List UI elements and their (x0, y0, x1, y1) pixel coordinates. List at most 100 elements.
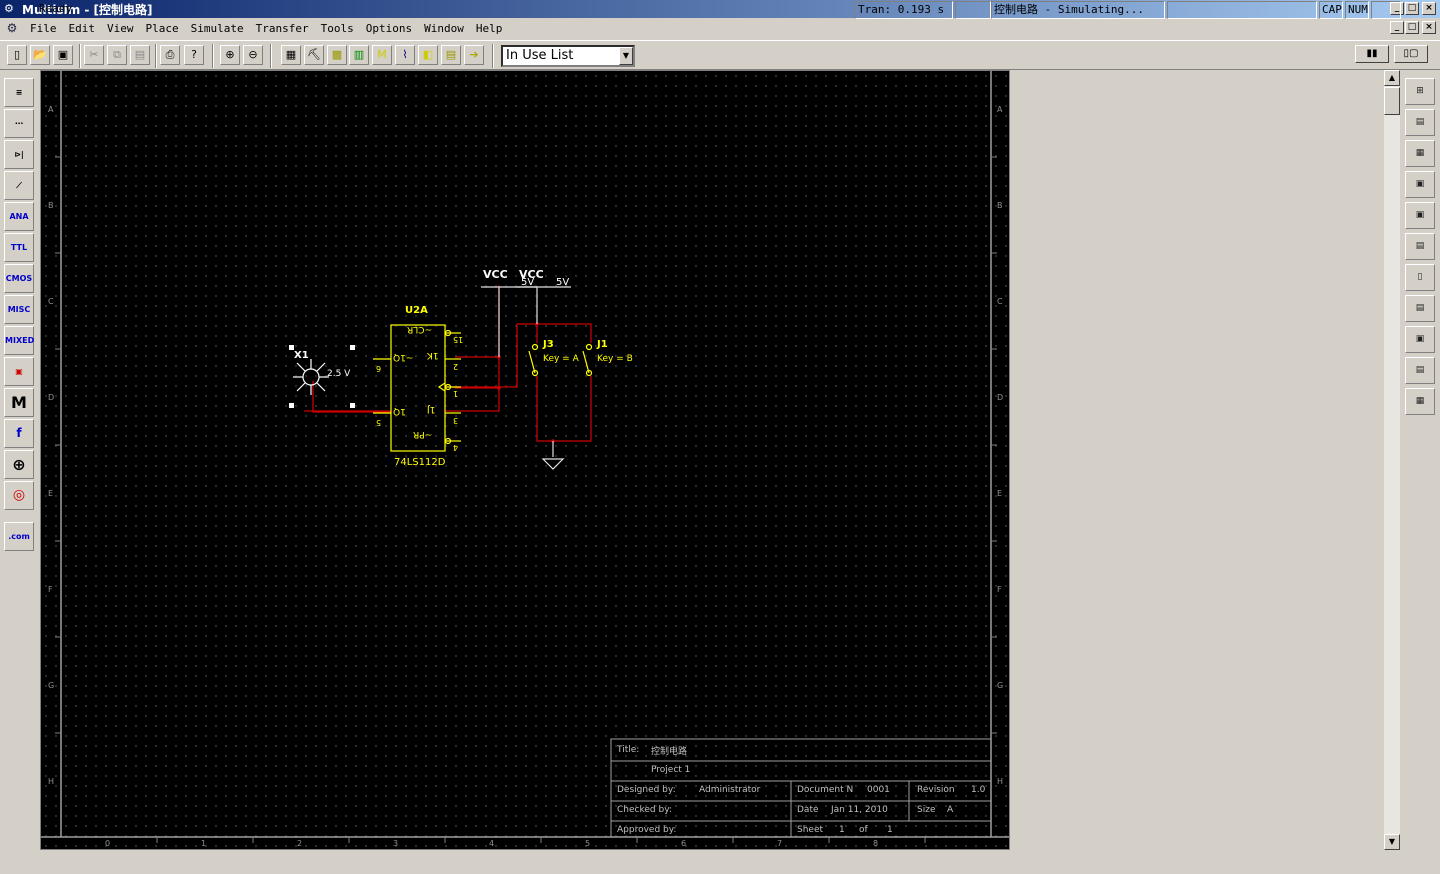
switch-j1-key: Key = B (597, 354, 633, 364)
help-icon[interactable]: ? (184, 45, 204, 65)
analog-icon[interactable]: ANA (4, 202, 34, 231)
pin-6: 6 (376, 364, 382, 373)
save-icon[interactable]: ▣ (53, 45, 73, 65)
scroll-thumb[interactable] (1384, 87, 1400, 115)
tb-of-value: 1 (887, 825, 893, 835)
menu-transfer[interactable]: Transfer (250, 22, 315, 35)
simulate-switch-button[interactable]: ▯▢ (1394, 45, 1428, 63)
pin-2: 2 (453, 362, 459, 371)
in-use-list-dropdown[interactable]: In Use List ▼ (501, 45, 635, 67)
menu-window[interactable]: Window (418, 22, 470, 35)
tb-project: Project 1 (651, 765, 691, 775)
menu-view[interactable]: View (101, 22, 140, 35)
open-folder-icon[interactable]: 📂 (30, 45, 50, 65)
tb-sheet-label: Sheet (797, 825, 824, 835)
ic-part-name: 74LS112D (394, 457, 446, 468)
ic-refdes[interactable]: U2A (405, 305, 428, 316)
maximize-button[interactable]: □ (1405, 2, 1419, 15)
logic-converter-icon[interactable]: ▤ (1405, 295, 1435, 322)
database-manager-icon[interactable]: ⛏ (304, 45, 324, 65)
mixed-icon[interactable]: MIXED (4, 326, 34, 355)
edaparts-icon[interactable]: .com (4, 522, 34, 551)
menu-edit[interactable]: Edit (63, 22, 102, 35)
schematic-canvas[interactable]: A B C D E F G H A B C D E F G H 0 1 2 3 … (40, 70, 1010, 850)
lamp-refdes[interactable]: X1 (294, 350, 309, 361)
print-icon[interactable]: ⎙ (160, 45, 180, 65)
scroll-down-icon[interactable]: ▼ (1384, 834, 1400, 850)
zoom-in-icon[interactable]: ⊕ (220, 45, 240, 65)
rf-icon[interactable]: f (4, 419, 34, 448)
tb-docno-value: 0001 (867, 785, 890, 795)
zoom-out-icon[interactable]: ⊖ (243, 45, 263, 65)
chevron-down-icon[interactable]: ▼ (619, 47, 633, 65)
indicators-icon[interactable]: ▣ (4, 357, 34, 386)
tb-rev-value: 1.0 (971, 785, 986, 795)
logic-analyzer-icon[interactable]: ▯ (1405, 264, 1435, 291)
vertical-scrollbar[interactable]: ▲ ▼ (1384, 70, 1400, 850)
toolbar-separator (270, 44, 272, 68)
switch-j3-refdes[interactable]: J3 (543, 339, 554, 350)
function-generator-icon[interactable]: ▤ (1405, 109, 1435, 136)
doc-restore-button[interactable]: □ (1405, 21, 1419, 34)
misc-icon[interactable]: M (4, 388, 34, 417)
vcc-voltage-1: 5V (521, 277, 535, 288)
paste-icon[interactable]: ▤ (130, 45, 150, 65)
bode-plotter-icon[interactable]: ▣ (1405, 202, 1435, 229)
menu-bar: ⚙ File Edit View Place Simulate Transfer… (0, 18, 1440, 38)
misc-digital-icon[interactable]: MISC (4, 295, 34, 324)
oscilloscope-icon[interactable]: ▣ (1405, 171, 1435, 198)
transistors-icon[interactable]: ⟋ (4, 171, 34, 200)
pause-simulation-button[interactable]: ▮▮ (1355, 45, 1389, 63)
electromechanical-icon[interactable]: ⊕ (4, 450, 34, 479)
transfer-icon[interactable]: ➔ (464, 45, 484, 65)
close-button[interactable]: × (1422, 2, 1436, 15)
cut-icon[interactable]: ✂ (84, 45, 104, 65)
pin-pr-label: ~PR (413, 429, 433, 439)
menu-place[interactable]: Place (140, 22, 185, 35)
menu-file[interactable]: File (24, 22, 63, 35)
new-file-icon[interactable]: ▯ (7, 45, 27, 65)
tb-sheet-value: 1 (839, 825, 845, 835)
postprocessor-icon[interactable]: ⌇ (395, 45, 415, 65)
spectrum-analyzer-icon[interactable]: ▤ (1405, 357, 1435, 384)
document-icon[interactable]: ⚙ (4, 21, 20, 35)
copy-icon[interactable]: ⧉ (107, 45, 127, 65)
network-analyzer-icon[interactable]: ▦ (1405, 388, 1435, 415)
tb-approved-label: Approved by: (617, 825, 677, 835)
status-cap: CAP (1319, 1, 1343, 19)
word-generator-icon[interactable]: ▤ (1405, 233, 1435, 260)
menu-help[interactable]: Help (470, 22, 509, 35)
toolbar-separator (79, 44, 81, 68)
menu-tools[interactable]: Tools (315, 22, 360, 35)
menu-simulate[interactable]: Simulate (185, 22, 250, 35)
cmos-icon[interactable]: CMOS (4, 264, 34, 293)
component-bar-icon[interactable]: ▦ (281, 45, 301, 65)
tb-size-label: Size (917, 805, 936, 815)
diodes-icon[interactable]: ⊳| (4, 140, 34, 169)
multimeter-icon[interactable]: ⊞ (1405, 78, 1435, 105)
vcc-voltage-2: 5V (556, 277, 570, 288)
basic-icon[interactable]: ⋯ (4, 109, 34, 138)
ladder-icon[interactable]: ◎ (4, 481, 34, 510)
main-toolbar: ▯ 📂 ▣ ✂ ⧉ ▤ ⎙ ? ⊕ ⊖ ▦ ⛏ ▩ ▥ M ⌇ ◧ ▤ ➔ (0, 40, 1440, 70)
tb-size-value: A (947, 805, 954, 815)
pin-1: 1 (453, 389, 459, 398)
tb-rev-label: Revision (917, 785, 955, 795)
grapher-icon[interactable]: ▥ (349, 45, 369, 65)
doc-close-button[interactable]: × (1422, 21, 1436, 34)
menu-options[interactable]: Options (360, 22, 418, 35)
wattmeter-icon[interactable]: ▦ (1405, 140, 1435, 167)
distortion-analyzer-icon[interactable]: ▣ (1405, 326, 1435, 353)
pin-1k-label: 1K (427, 350, 439, 360)
multisim-icon: ⚙ (4, 2, 14, 15)
create-component-icon[interactable]: ▩ (327, 45, 347, 65)
vhdl-icon[interactable]: ◧ (418, 45, 438, 65)
scroll-up-icon[interactable]: ▲ (1384, 70, 1400, 86)
tb-of-label: of (859, 825, 868, 835)
switch-j1-refdes[interactable]: J1 (597, 339, 608, 350)
doc-minimize-button[interactable]: _ (1390, 21, 1404, 34)
report-icon[interactable]: ▤ (441, 45, 461, 65)
ttl-icon[interactable]: TTL (4, 233, 34, 262)
analyses-icon[interactable]: M (372, 45, 392, 65)
sources-icon[interactable]: ≡ (4, 78, 34, 107)
